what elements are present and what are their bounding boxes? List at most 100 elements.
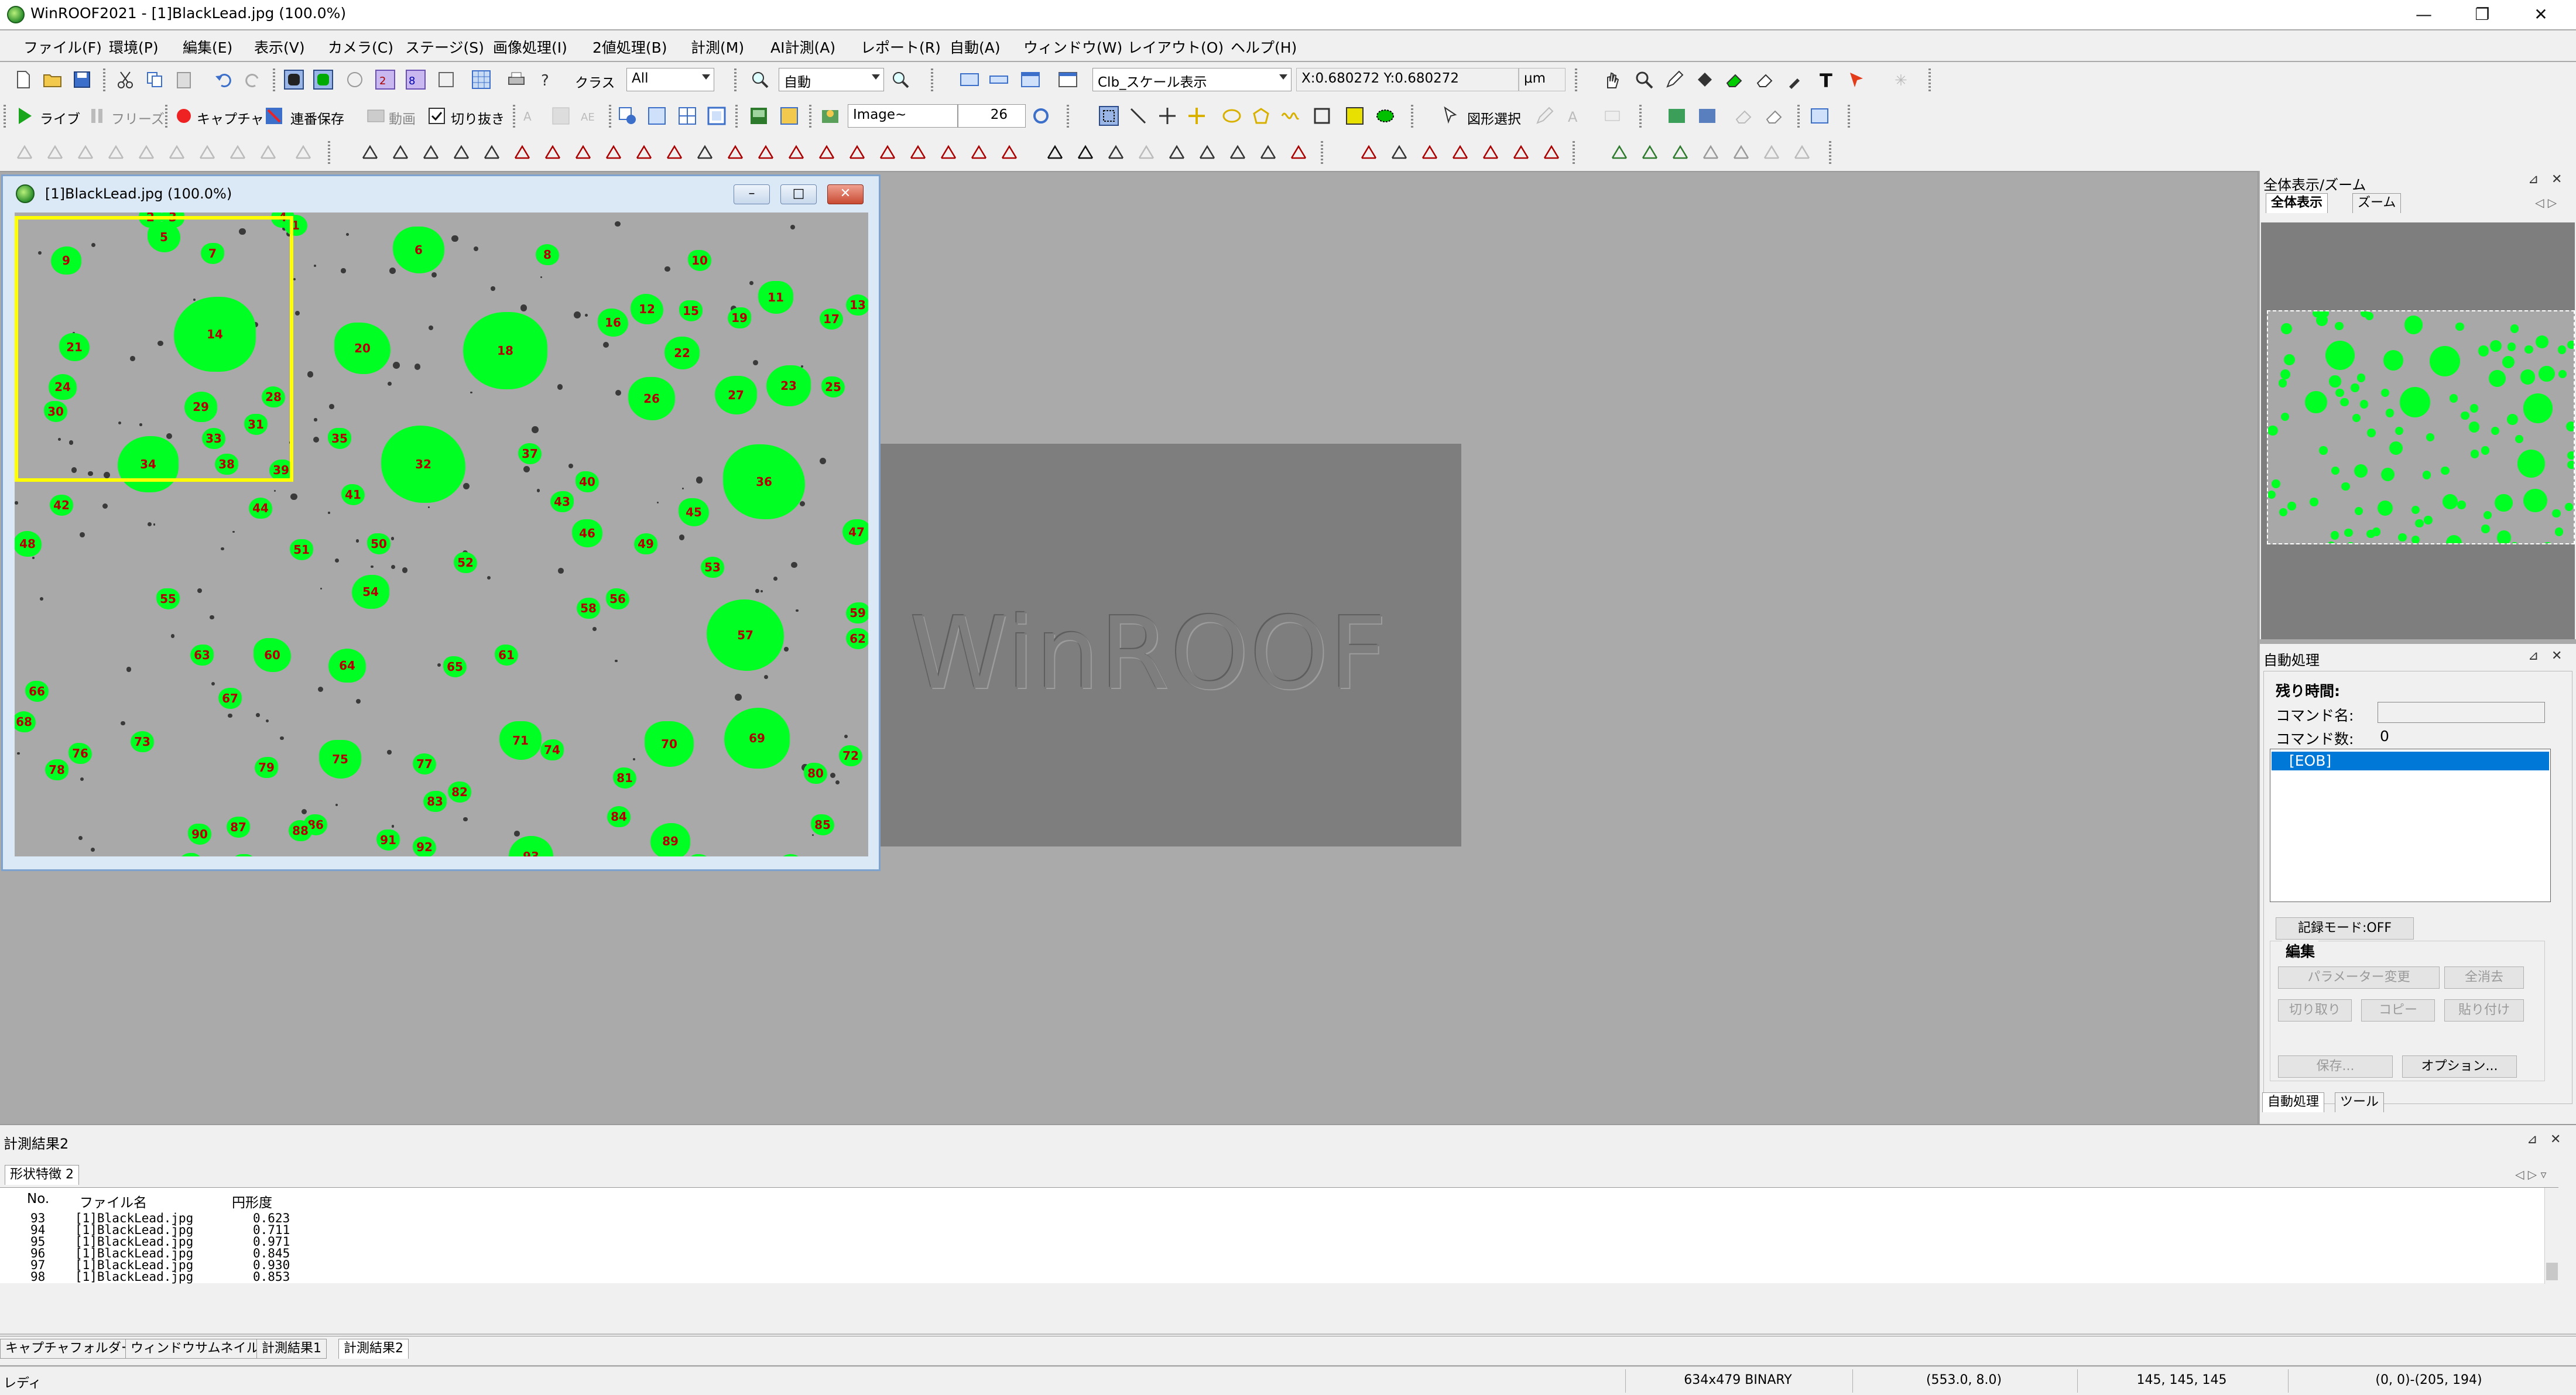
menu-camera[interactable]: カメラ(C) [328, 36, 393, 57]
circle-measure-icon[interactable] [755, 142, 776, 163]
menu-ai-measure[interactable]: AI計測(A) [770, 36, 835, 57]
frame-icon[interactable] [436, 69, 457, 90]
probe-icon[interactable] [1227, 142, 1248, 163]
tab-scroll-icon[interactable]: ◁ ▷ [2535, 196, 2557, 210]
tile-icon[interactable] [677, 105, 698, 126]
particle-icon[interactable] [1375, 105, 1396, 126]
cut-button[interactable]: 切り取り [2278, 999, 2352, 1022]
line-measure-icon[interactable] [603, 142, 624, 163]
polygon-icon[interactable] [1251, 105, 1272, 126]
menu-layout[interactable]: レイアウト(O) [1128, 36, 1224, 57]
command-name-field[interactable] [2378, 702, 2545, 723]
cross-icon[interactable] [1450, 142, 1471, 163]
region-icon[interactable] [1311, 105, 1332, 126]
copy-button[interactable]: コピー [2361, 999, 2435, 1022]
close-icon[interactable]: ✕ [2551, 649, 2562, 663]
maximize-icon[interactable]: □ [780, 184, 817, 204]
shape-select-button[interactable]: 図形選択 [1467, 108, 1521, 128]
tab-tools[interactable]: ツール [2335, 1092, 2385, 1112]
particle[interactable] [779, 854, 803, 856]
pin-icon[interactable]: ⊿ [2527, 1132, 2537, 1147]
cells-icon[interactable] [1639, 142, 1660, 163]
ruler-icon[interactable] [988, 69, 1009, 90]
angle-icon[interactable] [512, 142, 533, 163]
sparkle-icon[interactable]: ✳ [1891, 69, 1912, 90]
micrograph-canvas[interactable]: 1 2 3 4 5 6 7 8 9 10 11 12 13 14 15 16 17 18 19 20 21 22 23 24 2… [15, 212, 868, 856]
image-import-icon[interactable] [1666, 105, 1687, 126]
live-button[interactable]: ライブ [40, 108, 80, 128]
cells-icon[interactable] [1791, 142, 1813, 163]
pencil-gray-icon[interactable] [1534, 105, 1555, 126]
menu-stage[interactable]: ステージ(S) [405, 36, 484, 57]
image-window-titlebar[interactable]: [1]BlackLead.jpg (100.0%) – □ ✕ [3, 176, 879, 211]
menu-environment[interactable]: 環境(P) [109, 36, 159, 57]
record-mode-button[interactable]: 記録モード:OFF [2276, 917, 2414, 940]
print-icon[interactable] [506, 69, 527, 90]
shape-select-icon[interactable] [1440, 105, 1461, 126]
cells-icon[interactable] [1700, 142, 1721, 163]
clear-all-button[interactable]: 全消去 [2444, 966, 2524, 989]
open-folder-icon[interactable] [42, 69, 63, 90]
image-list-icon[interactable] [748, 105, 769, 126]
save-button[interactable]: 保存... [2278, 1055, 2393, 1078]
movie-button[interactable]: 動画 [389, 108, 416, 128]
class-select[interactable]: All [626, 68, 714, 91]
pin-icon[interactable]: ⊿ [2528, 172, 2539, 187]
menu-help[interactable]: ヘルプ(H) [1231, 36, 1297, 57]
angle-icon[interactable] [1258, 142, 1279, 163]
circle-measure-icon[interactable] [725, 142, 746, 163]
menu-binary[interactable]: 2値処理(B) [592, 36, 667, 57]
menu-measure[interactable]: 計測(M) [691, 36, 744, 57]
tab-capture-folder[interactable]: キャプチャフォルダー [0, 1339, 139, 1359]
list-item[interactable]: [EOB] [2272, 752, 2549, 770]
image-window[interactable]: [1]BlackLead.jpg (100.0%) – □ ✕ 12345678… [1, 174, 881, 871]
intersect-icon[interactable] [694, 142, 715, 163]
measure-tool-icon[interactable] [227, 142, 248, 163]
zoom-out-icon[interactable] [890, 69, 911, 90]
overlay-toggle-icon[interactable] [344, 69, 365, 90]
text-gray-icon[interactable]: A [1564, 105, 1585, 126]
menu-image-processing[interactable]: 画像処理(I) [493, 36, 567, 57]
menu-auto[interactable]: 自動(A) [950, 36, 1001, 57]
overview-thumbnail[interactable] [2267, 310, 2575, 544]
copy-icon[interactable] [144, 69, 165, 90]
select-rect-icon[interactable] [1098, 105, 1119, 126]
close-icon[interactable]: ✕ [827, 184, 864, 204]
node-icon[interactable] [1480, 142, 1501, 163]
tab-auto-processing[interactable]: 自動処理 [2262, 1092, 2325, 1112]
measure-tool-icon[interactable] [136, 142, 157, 163]
height-icon[interactable] [390, 142, 411, 163]
polygon-measure-icon[interactable] [877, 142, 898, 163]
cut-icon[interactable] [115, 69, 136, 90]
scale-select[interactable]: Clb_スケール表示 [1092, 68, 1292, 91]
eraser-gray-icon[interactable] [1734, 105, 1755, 126]
tab-zoom[interactable]: ズーム [2352, 193, 2402, 213]
column-header-circularity[interactable]: 円形度 [232, 1191, 272, 1211]
text-ae-icon[interactable]: AE [580, 105, 601, 126]
tab-scroll-icon[interactable]: ◁ ▷ ▿ [2515, 1167, 2547, 1181]
scrollbar-thumb[interactable] [2546, 1263, 2558, 1280]
tab-overview[interactable]: 全体表示 [2266, 193, 2328, 213]
redo-icon[interactable] [242, 69, 263, 90]
line-icon[interactable] [1128, 105, 1149, 126]
new-file-icon[interactable] [13, 69, 34, 90]
tab-window-thumbnails[interactable]: ウィンドウサムネイル [125, 1339, 265, 1359]
binary-overlay-icon[interactable] [313, 69, 334, 90]
grid-icon[interactable] [471, 69, 492, 90]
paste-icon[interactable] [173, 69, 194, 90]
serial-save-icon[interactable] [263, 105, 285, 126]
magnifier-icon[interactable] [1633, 69, 1654, 90]
pin-icon[interactable]: ⊿ [2528, 649, 2539, 663]
label-toggle-icon[interactable]: 2 [375, 69, 396, 90]
measure-tool-icon[interactable] [166, 142, 187, 163]
close-icon[interactable]: ✕ [2550, 1132, 2561, 1147]
tab-results-1[interactable]: 計測結果1 [256, 1339, 327, 1359]
change-parameter-button[interactable]: パラメーター変更 [2278, 966, 2440, 989]
paste-button[interactable]: 貼り付け [2444, 999, 2524, 1022]
link-icon[interactable] [1197, 142, 1218, 163]
column-header-filename[interactable]: ファイル名 [80, 1191, 147, 1211]
measure-tool-icon[interactable] [293, 142, 314, 163]
frame-window-icon[interactable] [706, 105, 727, 126]
pen-icon[interactable] [1664, 69, 1685, 90]
split-icon[interactable] [1105, 142, 1126, 163]
